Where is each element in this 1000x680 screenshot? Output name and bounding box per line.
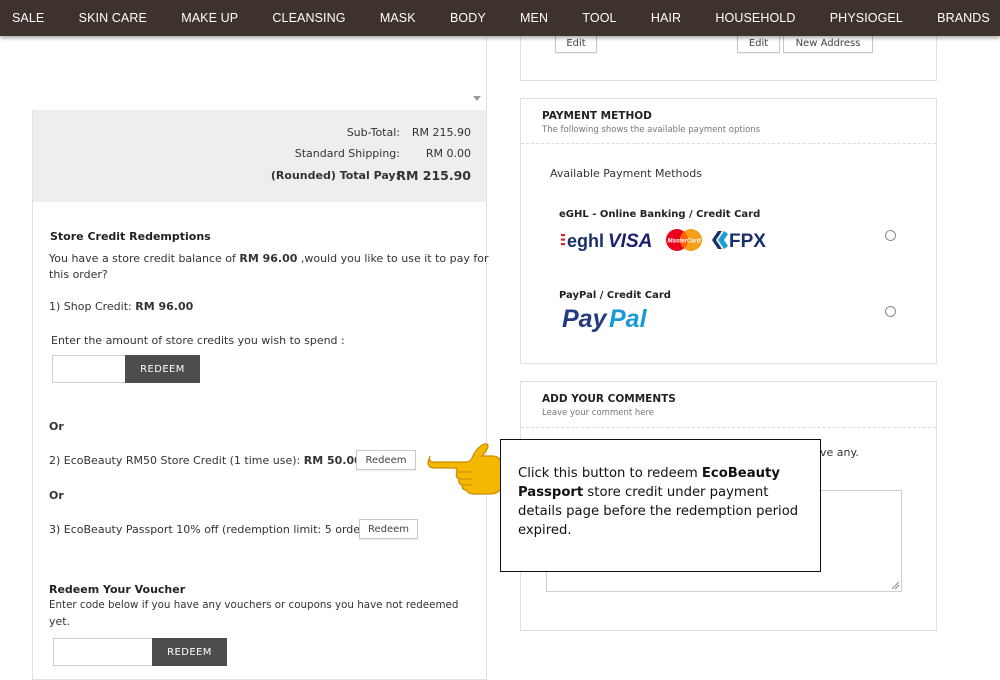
paypal-method-name: PayPal / Credit Card (559, 290, 671, 301)
shop-credit-line: 1) Shop Credit: RM 96.00 (49, 300, 193, 313)
scroll-down-arrow-icon[interactable] (473, 96, 481, 101)
visa-logo-icon: VISA (608, 231, 652, 252)
balance-value: RM 96.00 (239, 252, 298, 265)
store-credit-amount-input[interactable] (52, 355, 126, 383)
shipping-label: Standard Shipping: (294, 147, 400, 160)
or-separator-2: Or (49, 489, 64, 502)
top-navigation-bar: SALE SKIN CARE MAKE UP CLEANSING MASK BO… (0, 0, 1000, 36)
shipping-address-edit-button[interactable]: Edit (737, 33, 780, 53)
resize-handle-icon[interactable] (891, 581, 900, 590)
subtotal-label: Sub-Total: (346, 126, 400, 139)
nav-item-mask[interactable]: MASK (380, 11, 416, 25)
svg-text:eghl: eghl (567, 231, 604, 251)
order-totals-box (33, 110, 486, 202)
enter-amount-label: Enter the amount of store credits you wi… (51, 334, 345, 347)
or-separator-1: Or (49, 420, 64, 433)
paypal-logo-icon: Pay Pal (562, 303, 662, 333)
comments-title: ADD YOUR COMMENTS (542, 393, 676, 405)
shipping-value: RM 0.00 (425, 147, 471, 160)
comments-hint-text: ve any. (820, 446, 859, 459)
order-note-textarea[interactable] (32, 36, 487, 110)
store-credit-title: Store Credit Redemptions (50, 230, 211, 243)
store-credit-redeem-button[interactable]: REDEEM (125, 355, 200, 383)
paypal-pay-text: Pay (562, 305, 608, 333)
pointing-hand-icon (426, 438, 506, 498)
nav-item-hair[interactable]: HAIR (651, 11, 681, 25)
mastercard-logo-icon: MasterCard (666, 229, 702, 251)
comments-subtitle: Leave your comment here (542, 408, 655, 418)
nav-item-sale[interactable]: SALE (12, 11, 44, 25)
nav-item-physiogel[interactable]: PHYSIOGEL (830, 11, 903, 25)
shop-credit-label: 1) Shop Credit: (49, 300, 136, 313)
nav-item-men[interactable]: MEN (520, 11, 548, 25)
balance-suffix: ,would you like to use it to pay for (297, 252, 489, 265)
nav-item-household[interactable]: HOUSEHOLD (715, 11, 795, 25)
option3-label: 3) EcoBeauty Passport 10% off (redemptio… (49, 523, 375, 536)
callout-text-1: Click this button to redeem (518, 466, 702, 481)
voucher-desc-line1: Enter code below if you have any voucher… (49, 599, 459, 611)
payment-method-title: PAYMENT METHOD (542, 110, 652, 122)
paypal-logo-svg: Pay Pal (562, 305, 648, 333)
payment-header-divider (521, 143, 936, 144)
voucher-title: Redeem Your Voucher (49, 583, 186, 596)
eghl-method-name: eGHL - Online Banking / Credit Card (559, 209, 761, 220)
ecobeauty-rm50-redeem-button[interactable]: Redeem (356, 450, 416, 470)
payment-logos-svg: eghl VISA MasterCard FPX (561, 229, 766, 252)
nav-item-body[interactable]: BODY (450, 11, 486, 25)
eghl-logo-icon: eghl (561, 231, 604, 251)
billing-address-edit-button[interactable]: Edit (555, 33, 597, 53)
eghl-radio-button[interactable] (885, 230, 896, 241)
instruction-callout: Click this button to redeem EcoBeauty Pa… (500, 439, 821, 572)
nav-item-cleansing[interactable]: CLEANSING (272, 11, 345, 25)
svg-text:MasterCard: MasterCard (667, 239, 700, 245)
voucher-redeem-button[interactable]: REDEEM (152, 638, 227, 666)
paypal-radio-button[interactable] (885, 306, 896, 317)
store-credit-balance-line2: this order? (49, 268, 108, 281)
ecobeauty-passport-redeem-button[interactable]: Redeem (359, 519, 418, 539)
nav-item-brands[interactable]: BRANDS (937, 11, 990, 25)
new-address-button[interactable]: New Address (783, 33, 873, 53)
total-pay-label: (Rounded) Total Pay: (270, 169, 400, 182)
comments-header-divider (521, 427, 936, 428)
nav-item-tool[interactable]: TOOL (582, 11, 616, 25)
fpx-logo-icon: FPX (712, 231, 766, 252)
shop-credit-value: RM 96.00 (135, 300, 194, 313)
subtotal-value: RM 215.90 (411, 126, 471, 139)
total-pay-value: RM 215.90 (396, 168, 471, 183)
paypal-pal-text: Pal (609, 305, 648, 333)
balance-prefix: You have a store credit balance of (49, 252, 240, 265)
option2-label: 2) EcoBeauty RM50 Store Credit (1 time u… (49, 454, 304, 467)
pointing-hand-svg (427, 443, 503, 495)
nav-item-make-up[interactable]: MAKE UP (181, 11, 238, 25)
svg-text:FPX: FPX (729, 231, 766, 252)
voucher-code-input[interactable] (53, 638, 153, 666)
voucher-desc-line2: yet. (49, 615, 71, 628)
option2-line: 2) EcoBeauty RM50 Store Credit (1 time u… (49, 454, 362, 467)
store-credit-balance-text: You have a store credit balance of RM 96… (49, 252, 488, 265)
available-payment-methods-label: Available Payment Methods (550, 167, 702, 180)
nav-item-skin-care[interactable]: SKIN CARE (79, 11, 147, 25)
option2-value: RM 50.00 (303, 454, 362, 467)
eghl-logos: eghl VISA MasterCard FPX (560, 226, 776, 254)
payment-method-subtitle: The following shows the available paymen… (542, 125, 761, 135)
